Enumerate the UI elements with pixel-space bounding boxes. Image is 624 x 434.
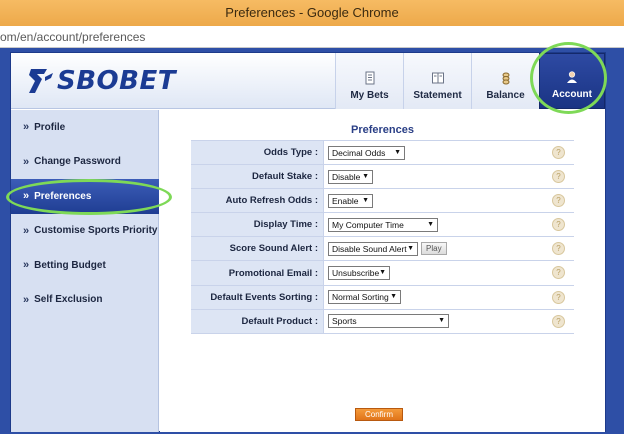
dropdown-arrow-icon: ▼ [427,220,434,228]
address-text: om/en/account/preferences [0,30,146,44]
sidebar-item-profile[interactable]: » Profile [11,110,158,145]
site-header: SBOBET My Bets Statement Balance Account [11,53,605,109]
default-product-select[interactable]: Sports ▼ [328,314,449,329]
sidebar-item-label: Customise Sports Priority [34,225,158,237]
form-row: Promotional Email : Unsubscribe ▼ ? [191,261,574,286]
runner-logo-icon [29,69,53,93]
dropdown-arrow-icon: ▼ [394,148,401,156]
field-cell: Unsubscribe ▼ ? [324,261,574,285]
form-row: Default Product : Sports ▼ ? [191,309,574,334]
chevron-right-icon: » [23,155,30,168]
sbobet-logo[interactable]: SBOBET [25,63,176,99]
coins-icon [502,72,509,85]
display-time-label: Display Time : [191,213,324,237]
field-cell: Normal Sorting ▼ ? [324,285,574,309]
chevron-right-icon: » [23,224,30,237]
field-cell: Sports ▼ ? [324,309,574,333]
field-cell: Enable ▼ ? [324,189,574,213]
account-window: SBOBET My Bets Statement Balance Account… [10,52,606,432]
select-value: Sports [332,316,357,327]
tab-label: My Bets [350,90,389,101]
field-cell: Decimal Odds ▼ ? [324,141,574,165]
sidebar-item-label: Betting Budget [34,259,106,271]
help-icon[interactable]: ? [552,290,565,304]
confirm-button[interactable]: Confirm [355,408,403,421]
page-background: SBOBET My Bets Statement Balance Account… [0,48,624,434]
account-sidebar: » Profile » Change Password » Preference… [11,110,159,432]
help-icon[interactable]: ? [552,266,565,280]
sidebar-item-label: Change Password [34,156,121,168]
logo-text: SBOBET [57,66,176,96]
help-icon[interactable]: ? [552,146,565,159]
sidebar-item-betting-budget[interactable]: » Betting Budget [11,248,158,283]
field-cell: My Computer Time ▼ ? [324,213,574,237]
score-sound-alert-label: Score Sound Alert : [191,237,324,261]
form-row: Score Sound Alert : Disable Sound Alert … [191,237,574,262]
field-cell: Disable Sound Alert ▼ Play ? [324,237,574,261]
chevron-right-icon: » [23,259,30,272]
sidebar-item-change-password[interactable]: » Change Password [11,145,158,180]
address-bar[interactable]: om/en/account/preferences [0,26,624,48]
account-highlight-oval [530,42,607,114]
play-sound-button[interactable]: Play [421,242,447,256]
tab-label: Balance [486,90,525,101]
chevron-right-icon: » [23,293,30,306]
dropdown-arrow-icon: ▼ [407,244,414,252]
preferences-highlight-oval [6,179,172,215]
odds-type-select[interactable]: Decimal Odds ▼ [328,145,405,160]
default-events-sorting-select[interactable]: Normal Sorting ▼ [328,290,401,305]
form-row: Default Events Sorting : Normal Sorting … [191,285,574,310]
default-product-label: Default Product : [191,309,324,333]
default-stake-select[interactable]: Disable ▼ [328,169,373,184]
preferences-form: Odds Type : Decimal Odds ▼ ? Default Sta… [191,140,574,334]
document-icon [365,71,374,85]
tab-statement[interactable]: Statement [403,53,471,109]
select-value: Disable Sound Alert [332,243,407,254]
display-time-select[interactable]: My Computer Time ▼ [328,217,438,232]
form-row: Display Time : My Computer Time ▼ ? [191,213,574,238]
odds-type-label: Odds Type : [191,141,324,165]
field-cell: Disable ▼ ? [324,165,574,189]
browser-title-bar: Preferences - Google Chrome [0,0,624,26]
help-icon[interactable]: ? [552,314,565,328]
dropdown-arrow-icon: ▼ [362,196,369,204]
page-title: Preferences [351,124,414,136]
select-value: Disable [332,171,361,182]
chevron-right-icon: » [23,121,30,134]
auto-refresh-odds-label: Auto Refresh Odds : [191,189,324,213]
help-icon[interactable]: ? [552,218,565,232]
select-value: Enable [332,195,359,206]
form-row: Auto Refresh Odds : Enable ▼ ? [191,189,574,214]
default-stake-label: Default Stake : [191,165,324,189]
select-value: Decimal Odds [332,147,386,158]
sidebar-item-self-exclusion[interactable]: » Self Exclusion [11,283,158,318]
dropdown-arrow-icon: ▼ [362,172,369,180]
book-icon [431,72,444,84]
dropdown-arrow-icon: ▼ [390,293,397,301]
promotional-email-label: Promotional Email : [191,261,324,285]
help-icon[interactable]: ? [552,194,565,208]
select-value: Unsubscribe [332,268,380,279]
default-events-sorting-label: Default Events Sorting : [191,285,324,309]
help-icon[interactable]: ? [552,170,565,184]
dropdown-arrow-icon: ▼ [438,317,445,325]
select-value: Normal Sorting [332,292,389,303]
form-row: Default Stake : Disable ▼ ? [191,165,574,190]
auto-refresh-odds-select[interactable]: Enable ▼ [328,193,373,208]
score-sound-alert-select[interactable]: Disable Sound Alert ▼ [328,241,418,256]
help-icon[interactable]: ? [552,242,565,256]
sidebar-item-label: Self Exclusion [34,294,103,306]
tab-balance[interactable]: Balance [471,53,539,109]
form-row: Odds Type : Decimal Odds ▼ ? [191,141,574,166]
tab-label: Statement [413,90,462,101]
select-value: My Computer Time [332,219,404,230]
preferences-panel: Preferences Odds Type : Decimal Odds ▼ ?… [160,110,605,432]
browser-title: Preferences - Google Chrome [225,5,399,20]
sidebar-item-label: Profile [34,121,66,133]
promotional-email-select[interactable]: Unsubscribe ▼ [328,266,390,281]
sidebar-item-customise-sports-priority[interactable]: » Customise Sports Priority [11,214,158,249]
tab-my-bets[interactable]: My Bets [335,53,403,109]
dropdown-arrow-icon: ▼ [379,269,386,277]
